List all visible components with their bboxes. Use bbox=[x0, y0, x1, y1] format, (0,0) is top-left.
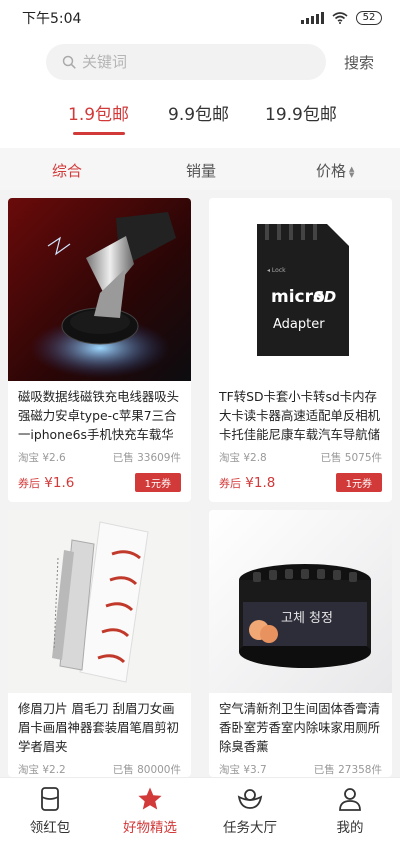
nav-label: 我的 bbox=[336, 820, 364, 836]
coupon-badge[interactable]: 1元券 bbox=[335, 473, 382, 492]
sort-sales[interactable]: 销量 bbox=[186, 160, 216, 181]
shipping-tabs: 1.9包邮 9.9包邮 19.9包邮 bbox=[0, 100, 400, 140]
product-meta: 淘宝 ¥2.2 已售 80000件 bbox=[8, 756, 191, 777]
sort-bar: 综合 销量 价格 ▲ ▼ bbox=[0, 148, 400, 190]
sd-adapter-label: Adapter bbox=[273, 317, 325, 332]
product-sold-count: 已售 33609件 bbox=[112, 452, 181, 464]
product-original-price: 淘宝 ¥2.2 bbox=[18, 764, 66, 776]
price-row: 券后 ¥1.8 1元券 bbox=[209, 465, 392, 502]
bottom-nav: 领红包 好物精选 任务大厅 我的 bbox=[0, 777, 400, 844]
product-image bbox=[8, 198, 191, 381]
nav-label: 任务大厅 bbox=[223, 820, 277, 836]
search-input[interactable] bbox=[82, 53, 282, 71]
user-icon bbox=[339, 788, 361, 811]
nav-featured[interactable]: 好物精选 bbox=[110, 786, 190, 836]
red-packet-icon bbox=[41, 787, 59, 811]
coupon-badge[interactable]: 1元券 bbox=[134, 473, 181, 492]
air-freshener-image: 고체 청정 bbox=[209, 510, 392, 693]
product-sold-count: 已售 5075件 bbox=[320, 452, 382, 464]
product-title: 修眉刀片 眉毛刀 刮眉刀女画眉卡画眉神器套装眉笔眉剪初学者眉夹 bbox=[18, 701, 180, 754]
sort-price-label: 价格 bbox=[316, 162, 347, 180]
tab-9-9-free-shipping[interactable]: 9.9包邮 bbox=[168, 100, 229, 125]
sd-lock-label: ◂ Lock bbox=[267, 267, 286, 274]
product-image: ◂ Lock micro SD Adapter bbox=[209, 198, 392, 381]
star-icon bbox=[138, 787, 162, 810]
sd-brand-sd: SD bbox=[313, 288, 336, 306]
product-original-price: 淘宝 ¥2.8 bbox=[219, 452, 267, 464]
nav-label: 好物精选 bbox=[123, 820, 177, 836]
product-coupon-price: 券后 ¥1.8 bbox=[219, 474, 276, 491]
product-title: TF转SD卡套小卡转sd卡内存大卡读卡器高速适配单反相机卡托佳能尼康车载汽车导航… bbox=[219, 389, 381, 442]
search-box[interactable] bbox=[46, 44, 326, 80]
product-original-price: 淘宝 ¥3.7 bbox=[219, 764, 267, 776]
sort-price[interactable]: 价格 ▲ ▼ bbox=[316, 160, 354, 181]
sort-comprehensive[interactable]: 综合 bbox=[52, 160, 82, 181]
nav-profile[interactable]: 我的 bbox=[310, 786, 390, 836]
sd-adapter-image: ◂ Lock micro SD Adapter bbox=[209, 198, 392, 381]
battery-icon: 52 bbox=[356, 11, 382, 25]
eyebrow-razor-image bbox=[8, 510, 191, 693]
signal-icon bbox=[301, 12, 324, 24]
product-card[interactable]: ◂ Lock micro SD Adapter TF转SD卡套小卡转sd卡内存大… bbox=[209, 198, 392, 502]
tab-1-9-free-shipping[interactable]: 1.9包邮 bbox=[68, 100, 129, 135]
search-icon bbox=[62, 55, 76, 69]
product-card[interactable]: 修眉刀片 眉毛刀 刮眉刀女画眉卡画眉神器套装眉笔眉剪初学者眉夹 淘宝 ¥2.2 … bbox=[8, 510, 191, 777]
search-button[interactable]: 搜索 bbox=[344, 52, 374, 73]
product-meta: 淘宝 ¥2.6 已售 33609件 bbox=[8, 444, 191, 465]
status-bar: 下午5:04 52 bbox=[0, 0, 400, 36]
wifi-icon bbox=[332, 12, 348, 24]
product-title: 磁吸数据线磁铁充电线器吸头强磁力安卓type-c苹果7三合一iphone6s手机… bbox=[18, 389, 180, 442]
nav-label: 领红包 bbox=[29, 820, 71, 836]
product-meta: 淘宝 ¥2.8 已售 5075件 bbox=[209, 444, 392, 465]
freshener-label-text: 고체 청정 bbox=[281, 611, 333, 626]
product-original-price: 淘宝 ¥2.6 bbox=[18, 452, 66, 464]
product-meta: 淘宝 ¥3.7 已售 27358件 bbox=[209, 756, 392, 777]
search-bar: 搜索 bbox=[0, 44, 400, 80]
product-coupon-price: 券后 ¥1.6 bbox=[18, 474, 75, 491]
product-sold-count: 已售 27358件 bbox=[313, 764, 382, 776]
tab-19-9-free-shipping[interactable]: 19.9包邮 bbox=[265, 100, 337, 125]
price-row: 券后 ¥1.6 1元券 bbox=[8, 465, 191, 502]
nav-task-hall[interactable]: 任务大厅 bbox=[210, 786, 290, 836]
status-icons: 52 bbox=[301, 11, 382, 25]
status-time: 下午5:04 bbox=[22, 11, 82, 27]
product-card[interactable]: 고체 청정 空气清新剂卫生间固体香膏清香卧室芳香室内除味家用厕所除臭香薰 淘宝 … bbox=[209, 510, 392, 777]
sort-arrows-icon: ▲ ▼ bbox=[349, 164, 355, 179]
product-card[interactable]: 磁吸数据线磁铁充电线器吸头强磁力安卓type-c苹果7三合一iphone6s手机… bbox=[8, 198, 191, 502]
product-image: 고체 청정 bbox=[209, 510, 392, 693]
product-image bbox=[8, 510, 191, 693]
nav-red-packet[interactable]: 领红包 bbox=[10, 786, 90, 836]
ingot-icon bbox=[237, 789, 263, 809]
magnetic-cable-image bbox=[8, 198, 191, 381]
product-sold-count: 已售 80000件 bbox=[112, 764, 181, 776]
product-grid: 磁吸数据线磁铁充电线器吸头强磁力安卓type-c苹果7三合一iphone6s手机… bbox=[0, 190, 400, 777]
product-title: 空气清新剂卫生间固体香膏清香卧室芳香室内除味家用厕所除臭香薰 bbox=[219, 701, 381, 754]
